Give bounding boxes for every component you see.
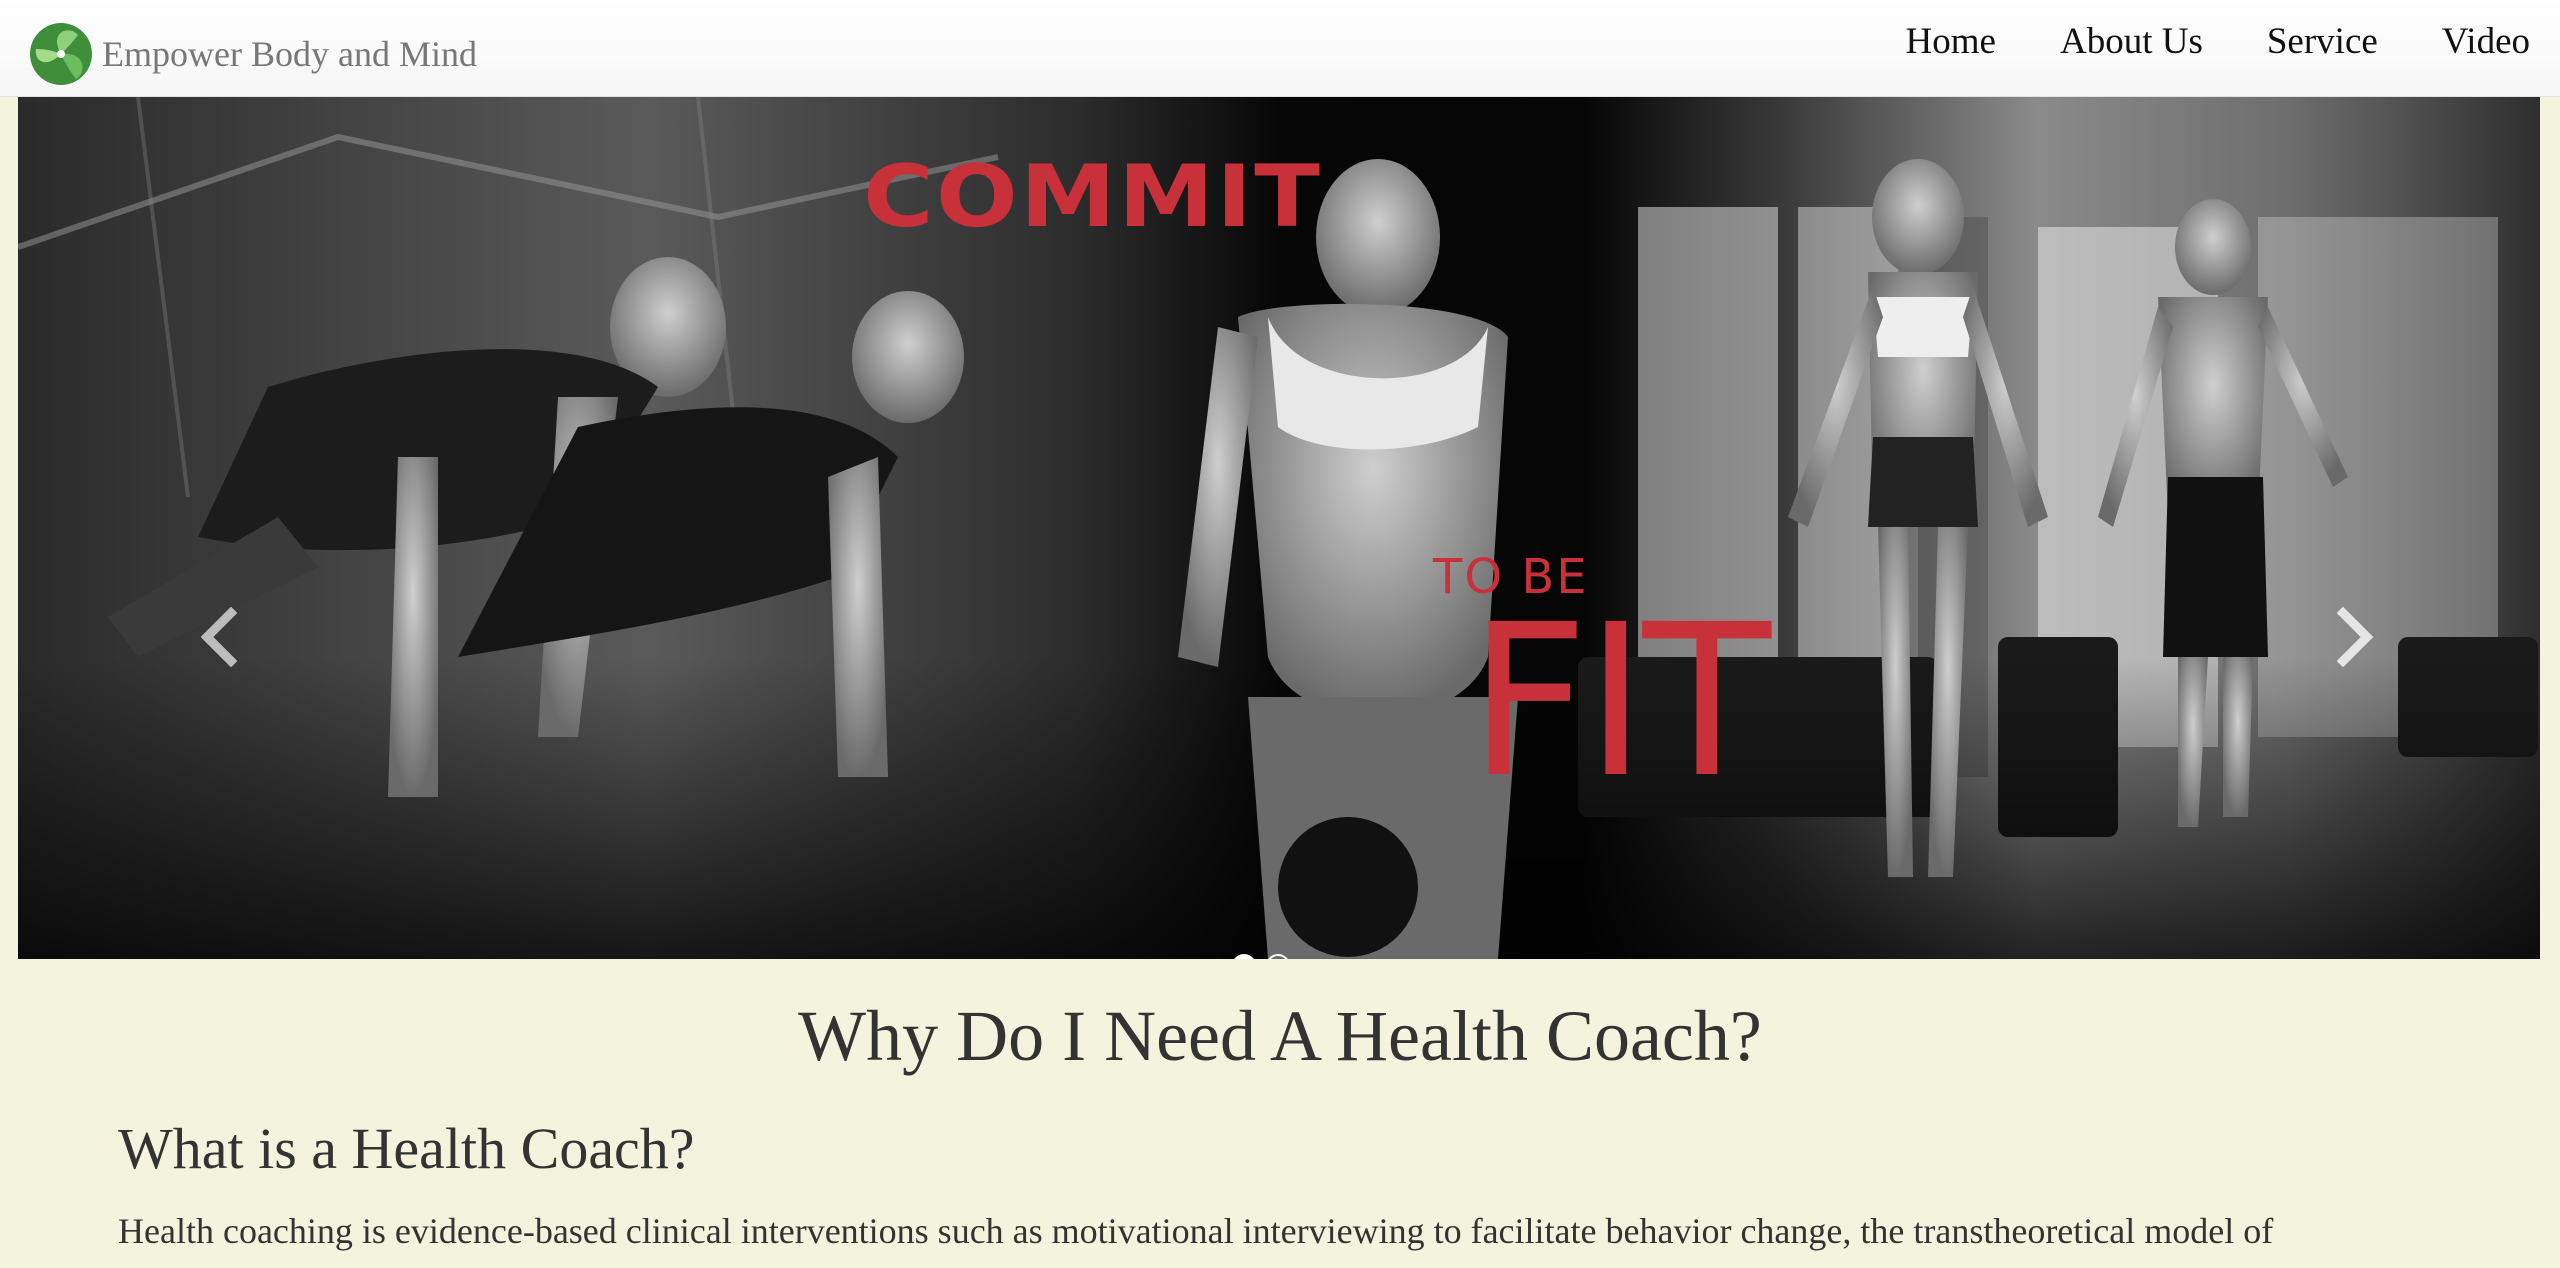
nav-item-about-us: About Us (2028, 18, 2235, 66)
carousel-prev-button[interactable] (188, 597, 248, 677)
nav-item-service: Service (2235, 18, 2410, 66)
nav-link-service[interactable]: Service (2235, 18, 2410, 66)
nav-menu: Home About Us Service Video (1874, 18, 2530, 66)
leaf-logo-icon (30, 23, 92, 85)
page-title: Why Do I Need A Health Coach? (798, 996, 1762, 1076)
slide-caption-fit: FIT (1468, 579, 1771, 824)
nav-link-about-us[interactable]: About Us (2028, 18, 2235, 66)
slide-caption-commit: COMMIT (863, 147, 1323, 247)
brand-name: Empower Body and Mind (102, 34, 477, 74)
nav-link-video[interactable]: Video (2410, 18, 2530, 66)
carousel-indicator-1[interactable] (1232, 954, 1256, 959)
brand-link[interactable]: Empower Body and Mind (28, 22, 477, 86)
carousel-indicators (1232, 954, 1290, 959)
top-navbar: Empower Body and Mind Home About Us Serv… (0, 0, 2560, 97)
chevron-right-icon (2336, 607, 2374, 667)
section-body-text: Health coaching is evidence-based clinic… (118, 1211, 2274, 1251)
section-heading: What is a Health Coach? (118, 1116, 695, 1181)
carousel-next-button[interactable] (2326, 597, 2386, 677)
nav-item-home: Home (1874, 18, 2028, 66)
carousel-indicator-2[interactable] (1266, 954, 1290, 959)
hero-carousel: COMMIT TO BE FIT (18, 97, 2540, 959)
nav-link-home[interactable]: Home (1874, 18, 2028, 66)
chevron-left-icon (200, 607, 238, 667)
nav-item-video: Video (2410, 18, 2530, 66)
